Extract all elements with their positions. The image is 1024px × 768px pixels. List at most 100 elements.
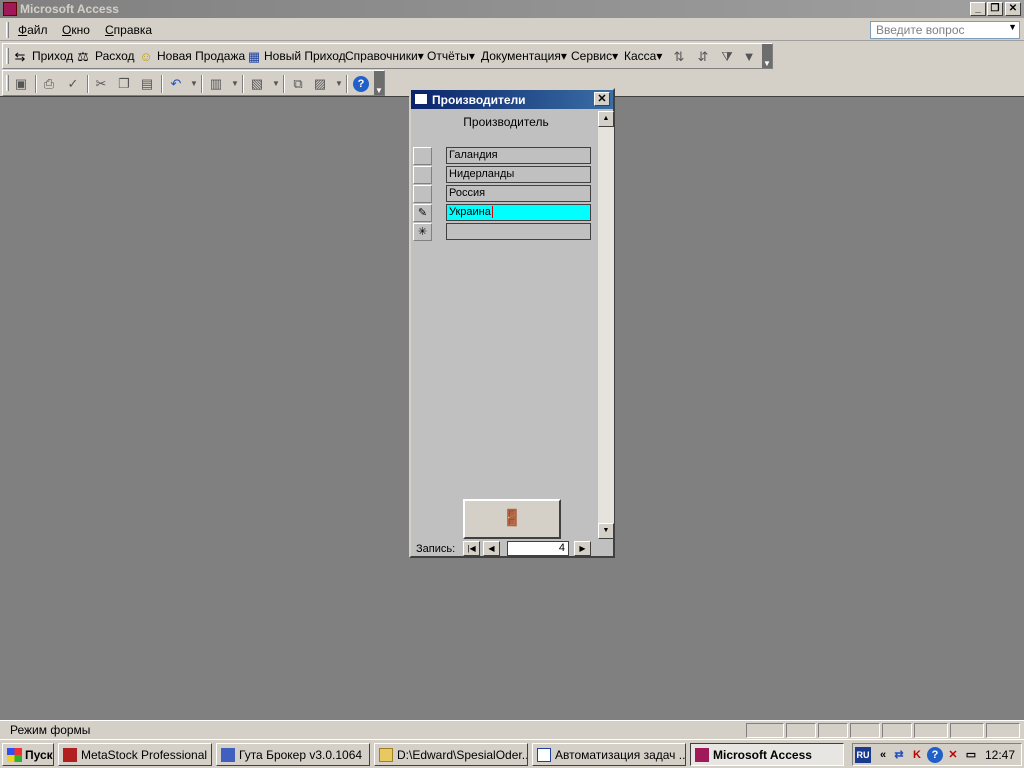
chevron-down-icon[interactable]: ▼ xyxy=(1008,22,1017,32)
kaspersky-icon[interactable]: K xyxy=(909,747,925,763)
task-metastock[interactable]: MetaStock Professional -... xyxy=(58,743,212,766)
record-nav-label: Запись: xyxy=(416,543,456,555)
record-navigation-bar: Запись: |◀ ◀ 4 ▶ xyxy=(411,540,613,557)
exit-door-icon: 🚪 xyxy=(502,510,522,527)
form-close-button[interactable]: ✕ xyxy=(594,92,610,106)
chevron-left-icon[interactable]: « xyxy=(875,747,891,763)
cut-icon[interactable]: ✂ xyxy=(93,76,109,92)
copy-icon[interactable]: ❐ xyxy=(116,76,132,92)
record-value: Нидерланды xyxy=(449,168,515,180)
language-indicator[interactable]: RU xyxy=(855,747,871,763)
window-title: Microsoft Access xyxy=(20,2,119,16)
task-label: Гута Брокер v3.0.1064 xyxy=(239,748,363,762)
filter-by-selection-icon[interactable]: ⧩ xyxy=(719,49,735,65)
toolbar-grip[interactable] xyxy=(6,48,9,64)
incoming-icon[interactable]: ⇆ xyxy=(12,49,28,65)
scroll-up-button[interactable]: ▲ xyxy=(598,111,614,127)
new-record-selector[interactable]: ✳ xyxy=(413,223,432,241)
menu-documentation[interactable]: Документация▾ xyxy=(481,49,567,63)
filter-icon[interactable]: ▼ xyxy=(741,49,757,65)
insert-object-icon[interactable]: ▥ xyxy=(208,76,224,92)
menu-references[interactable]: Справочники▾ xyxy=(345,49,424,63)
new-record-field[interactable] xyxy=(446,223,591,240)
task-guta-broker[interactable]: Гута Брокер v3.0.1064 xyxy=(216,743,370,766)
record-selector[interactable] xyxy=(413,147,432,165)
toolbar-options-chevron[interactable]: ▼ xyxy=(374,71,384,95)
spelling-icon[interactable]: ✓ xyxy=(65,76,81,92)
chevron-down-icon[interactable]: ▼ xyxy=(268,76,284,92)
office-links-icon[interactable]: ▧ xyxy=(249,76,265,92)
status-bar: Режим формы xyxy=(0,720,1024,739)
first-record-button[interactable]: |◀ xyxy=(463,541,480,556)
chevron-down-icon[interactable]: ▼ xyxy=(227,76,243,92)
sort-descending-icon[interactable]: ⇵ xyxy=(695,49,711,65)
chevron-down-icon[interactable]: ▼ xyxy=(186,76,202,92)
paste-icon[interactable]: ▤ xyxy=(139,76,155,92)
menu-reports[interactable]: Отчёты▾ xyxy=(427,49,475,63)
access-app-icon xyxy=(695,748,709,762)
chevron-down-icon[interactable]: ▼ xyxy=(331,76,347,92)
ask-question-box[interactable]: Введите вопрос ▼ xyxy=(870,21,1020,39)
new-object-icon[interactable]: ▨ xyxy=(312,76,328,92)
ask-question-placeholder: Введите вопрос xyxy=(876,23,965,37)
toolbar-separator xyxy=(201,75,203,93)
record-number-field[interactable]: 4 xyxy=(507,541,569,556)
record-field-active[interactable]: Украина xyxy=(446,204,591,221)
record-selector[interactable] xyxy=(413,185,432,203)
exit-form-button[interactable]: 🚪 xyxy=(463,499,561,539)
task-label: D:\Edward\SpesialOder... xyxy=(397,748,528,762)
menubar-grip[interactable] xyxy=(6,22,9,38)
producers-form-window: Производители ✕ Производитель Галандия Н… xyxy=(409,88,615,558)
asterisk-icon: ✳ xyxy=(417,226,428,238)
print-icon[interactable]: ⎙ xyxy=(41,76,57,92)
scales-icon[interactable]: ⚖ xyxy=(75,49,91,65)
network-icon[interactable]: ⇄ xyxy=(891,747,907,763)
system-tray: RU « ⇄ K ? ✕ ▭ 12:47 xyxy=(852,743,1022,766)
next-record-button[interactable]: ▶ xyxy=(574,541,591,556)
task-word-document[interactable]: Автоматизация задач ... xyxy=(532,743,686,766)
relationships-icon[interactable]: ⧉ xyxy=(290,76,306,92)
undo-icon[interactable]: ↶ xyxy=(168,76,184,92)
incoming-button[interactable]: Приход xyxy=(32,49,73,63)
toolbar-separator xyxy=(87,75,89,93)
restore-button[interactable]: ❐ xyxy=(987,2,1003,16)
toolbar-separator xyxy=(35,75,37,93)
form-title-bar[interactable]: Производители ✕ xyxy=(411,90,613,109)
save-icon[interactable]: ▣ xyxy=(13,76,29,92)
menu-service[interactable]: Сервис▾ xyxy=(571,49,618,63)
menu-window[interactable]: Окно xyxy=(62,23,90,37)
sort-ascending-icon[interactable]: ⇅ xyxy=(671,49,687,65)
menu-file[interactable]: Файл xyxy=(18,23,48,37)
menu-help[interactable]: Справка xyxy=(105,23,152,37)
task-explorer-folder[interactable]: D:\Edward\SpesialOder... xyxy=(374,743,528,766)
calculator-icon[interactable]: ▦ xyxy=(246,49,262,65)
help-icon[interactable]: ? xyxy=(353,76,369,92)
record-field[interactable]: Россия xyxy=(446,185,591,202)
access-app-icon xyxy=(3,2,17,16)
pencil-icon: ✎ xyxy=(417,207,428,219)
scroll-down-button[interactable]: ▼ xyxy=(598,523,614,539)
record-selector[interactable] xyxy=(413,166,432,184)
record-field[interactable]: Галандия xyxy=(446,147,591,164)
toolbar-grip[interactable] xyxy=(6,75,9,91)
custom-toolbar: ⇆ Приход ⚖ Расход ☺ Новая Продажа ▦ Новы… xyxy=(2,43,773,69)
record-selector-editing[interactable]: ✎ xyxy=(413,204,432,222)
network-disconnected-icon[interactable]: ✕ xyxy=(945,747,961,763)
new-incoming-button[interactable]: Новый Приход xyxy=(264,49,346,63)
menu-cash[interactable]: Касса▾ xyxy=(624,49,662,63)
task-microsoft-access[interactable]: Microsoft Access xyxy=(690,743,844,766)
outgoing-button[interactable]: Расход xyxy=(95,49,135,63)
close-button[interactable]: ✕ xyxy=(1005,2,1021,16)
clock[interactable]: 12:47 xyxy=(985,748,1015,762)
toolbar-options-chevron[interactable]: ▼ xyxy=(762,44,772,68)
monitor-icon[interactable]: ▭ xyxy=(963,747,979,763)
record-field[interactable]: Нидерланды xyxy=(446,166,591,183)
previous-record-button[interactable]: ◀ xyxy=(483,541,500,556)
minimize-button[interactable]: _ xyxy=(970,2,986,16)
vertical-scrollbar[interactable]: ▲ ▼ xyxy=(598,111,614,539)
help-icon[interactable]: ? xyxy=(927,747,943,763)
start-button[interactable]: Пуск xyxy=(2,743,54,766)
new-sale-button[interactable]: Новая Продажа xyxy=(157,49,245,63)
smiley-icon[interactable]: ☺ xyxy=(138,49,154,65)
scrollbar-track[interactable] xyxy=(598,127,614,523)
